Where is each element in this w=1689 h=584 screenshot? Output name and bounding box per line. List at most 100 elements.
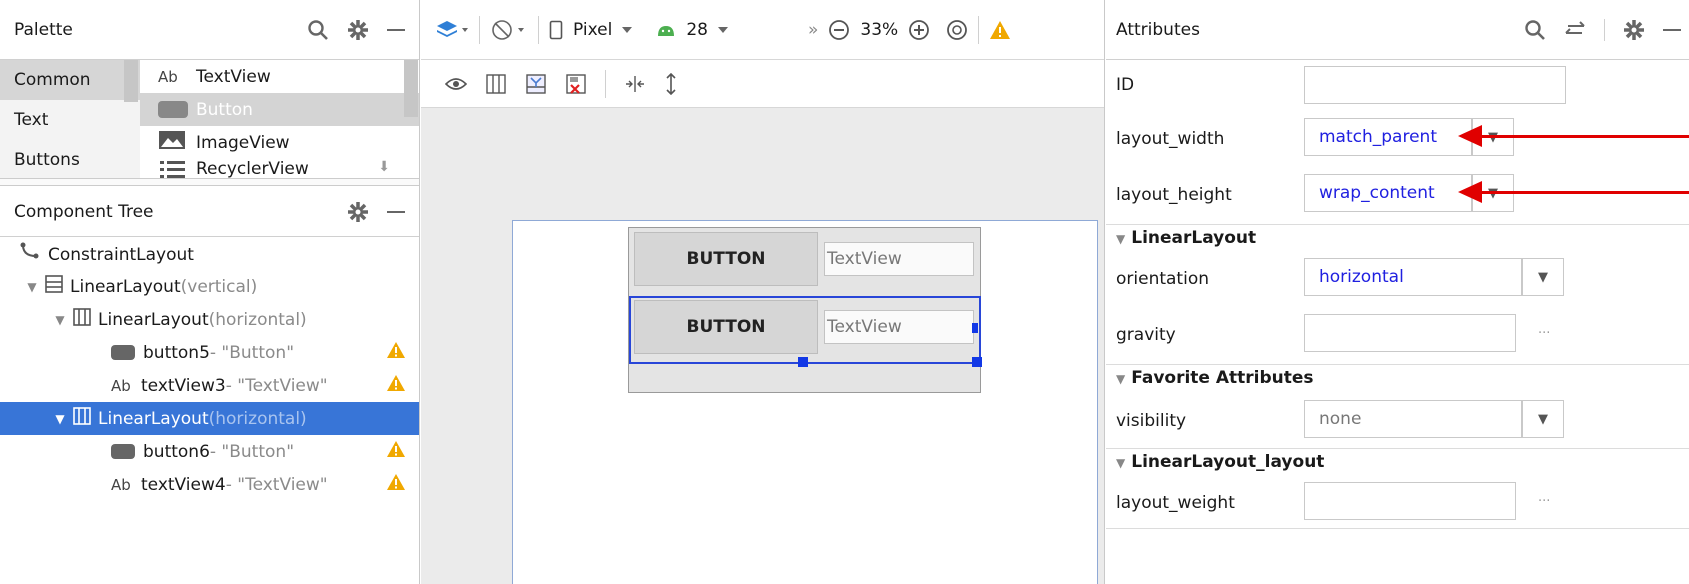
visibility-dropdown[interactable]: ▼ — [1522, 400, 1564, 438]
palette-scrollbar[interactable] — [404, 60, 418, 117]
gear-icon[interactable] — [347, 201, 369, 223]
annotation-arrow-line — [1480, 135, 1689, 138]
minimize-icon[interactable] — [387, 210, 405, 214]
expand-vertical-icon[interactable] — [664, 72, 678, 95]
tree-row-hint: - "TextView" — [225, 375, 328, 396]
tree-row-textview3[interactable]: Ab textView3 - "TextView" — [0, 369, 419, 402]
tree-row-linearlayout-horizontal-1[interactable]: ▼ LinearLayout (horizontal) — [0, 303, 419, 336]
collapse-triangle-icon[interactable]: ▼ — [50, 313, 70, 327]
orientation-field[interactable]: horizontal — [1304, 258, 1522, 296]
linearlayout-horizontal-icon — [72, 307, 92, 332]
button-icon — [111, 345, 135, 360]
tree-row-hint: - "Button" — [209, 342, 295, 363]
panel-splitter[interactable] — [0, 178, 419, 186]
orientation-icon[interactable] — [490, 18, 528, 42]
section-favorite-attributes[interactable]: ▼ Favorite Attributes — [1116, 368, 1314, 388]
attr-row-layout-width: layout_width match_parent ▼ ... — [1106, 116, 1689, 161]
more-tools-icon[interactable]: » — [808, 20, 818, 40]
warning-icon[interactable] — [386, 440, 406, 463]
collapse-triangle-icon[interactable]: ▼ — [22, 280, 42, 294]
attributes-header: Attributes — [1106, 0, 1689, 60]
collapse-triangle-icon: ▼ — [1116, 232, 1126, 246]
tree-row-textview4[interactable]: Ab textView4 - "TextView" — [0, 468, 419, 501]
api-level-selector[interactable]: 28 — [686, 20, 708, 40]
zoom-in-icon[interactable] — [908, 19, 930, 41]
collapse-triangle-icon[interactable]: ▼ — [50, 412, 70, 426]
device-selector[interactable]: Pixel — [573, 20, 612, 40]
swap-view-icon[interactable] — [1564, 20, 1586, 39]
ellipsis-icon[interactable]: ... — [1538, 126, 1550, 141]
chevron-down-icon[interactable] — [717, 26, 728, 33]
ellipsis-icon[interactable]: ... — [1538, 182, 1550, 197]
search-icon[interactable] — [1524, 19, 1546, 41]
layers-icon[interactable] — [435, 19, 469, 41]
attributes-title: Attributes — [1116, 19, 1200, 40]
gear-icon[interactable] — [1623, 19, 1645, 41]
layout-weight-field[interactable] — [1304, 482, 1516, 520]
resize-handle-right[interactable] — [972, 323, 978, 333]
palette-item-textview[interactable]: Ab TextView — [140, 60, 419, 93]
ellipsis-icon[interactable]: ... — [1538, 490, 1550, 505]
section-linearlayout[interactable]: ▼ LinearLayout — [1116, 228, 1256, 248]
palette-item-imageview[interactable]: ImageView — [140, 126, 419, 159]
warning-icon[interactable] — [386, 374, 406, 397]
resize-handle-bottom-right[interactable] — [972, 357, 982, 367]
tree-row-linearlayout-horizontal-2[interactable]: ▼ LinearLayout (horizontal) — [0, 402, 419, 435]
attr-row-orientation: orientation horizontal ▼ — [1106, 256, 1689, 301]
visibility-field[interactable]: none — [1304, 400, 1522, 438]
palette-category-buttons[interactable]: Buttons — [0, 140, 140, 180]
id-field[interactable] — [1304, 66, 1566, 104]
warning-icon[interactable] — [386, 473, 406, 496]
tree-row-button5[interactable]: button5 - "Button" — [0, 336, 419, 369]
android-api-icon[interactable] — [656, 23, 676, 37]
selection-outline — [629, 296, 981, 364]
palette-category-common[interactable]: Common — [0, 60, 140, 100]
layout-width-field[interactable]: match_parent — [1304, 118, 1472, 156]
layout-height-field[interactable]: wrap_content — [1304, 174, 1472, 212]
tree-row-linearlayout-vertical[interactable]: ▼ LinearLayout (vertical) — [0, 270, 419, 303]
gear-icon[interactable] — [347, 19, 369, 41]
tree-row-label: LinearLayout — [98, 408, 209, 429]
palette-category-text[interactable]: Text — [0, 100, 140, 140]
collapse-triangle-icon: ▼ — [1116, 456, 1126, 470]
warning-icon[interactable] — [989, 20, 1011, 40]
tree-row-qualifier: (vertical) — [180, 276, 258, 297]
tree-row-constraintlayout[interactable]: ConstraintLayout — [0, 238, 419, 271]
autoconnect-icon[interactable] — [525, 73, 547, 95]
palette-header: Palette — [0, 0, 419, 60]
columns-icon[interactable] — [485, 73, 507, 95]
preview-button5[interactable]: BUTTON — [634, 232, 818, 286]
attr-label-visibility: visibility — [1116, 410, 1187, 431]
gravity-field[interactable] — [1304, 314, 1516, 352]
warning-icon[interactable] — [386, 341, 406, 364]
palette-item-recyclerview[interactable]: RecyclerView ⬇ — [140, 159, 419, 178]
minimize-icon[interactable] — [1663, 28, 1681, 32]
layout-toolbar — [421, 60, 1104, 108]
preview-textview3[interactable]: TextView — [824, 242, 974, 276]
left-panel: Palette Common Text Buttons Ab TextView … — [0, 0, 420, 584]
download-icon[interactable]: ⬇ — [378, 159, 390, 175]
tree-row-button6[interactable]: button6 - "Button" — [0, 435, 419, 468]
device-icon[interactable] — [549, 20, 563, 40]
search-icon[interactable] — [307, 19, 329, 41]
preview-row-1[interactable]: BUTTON TextView — [629, 228, 980, 292]
minimize-icon[interactable] — [387, 28, 405, 32]
ellipsis-icon[interactable]: ... — [1538, 322, 1550, 337]
tree-row-qualifier: (horizontal) — [208, 408, 307, 429]
clear-constraints-icon[interactable] — [565, 73, 587, 95]
textview-icon: Ab — [111, 376, 131, 395]
section-linearlayout-layout[interactable]: ▼ LinearLayout_layout — [1116, 452, 1324, 472]
zoom-fit-icon[interactable] — [946, 19, 968, 41]
eye-icon[interactable] — [445, 77, 467, 91]
expand-horizontal-icon[interactable] — [624, 75, 646, 93]
zoom-level: 33% — [860, 19, 899, 40]
orientation-dropdown[interactable]: ▼ — [1522, 258, 1564, 296]
attr-label-layout-width: layout_width — [1116, 128, 1225, 149]
zoom-out-icon[interactable] — [828, 19, 850, 41]
resize-handle-bottom[interactable] — [798, 357, 808, 367]
palette-item-button[interactable]: Button — [140, 93, 419, 126]
chevron-down-icon[interactable] — [622, 26, 633, 33]
tree-row-label: textView3 — [141, 375, 226, 396]
section-title: LinearLayout — [1131, 228, 1257, 248]
category-scrollbar[interactable] — [124, 60, 138, 102]
